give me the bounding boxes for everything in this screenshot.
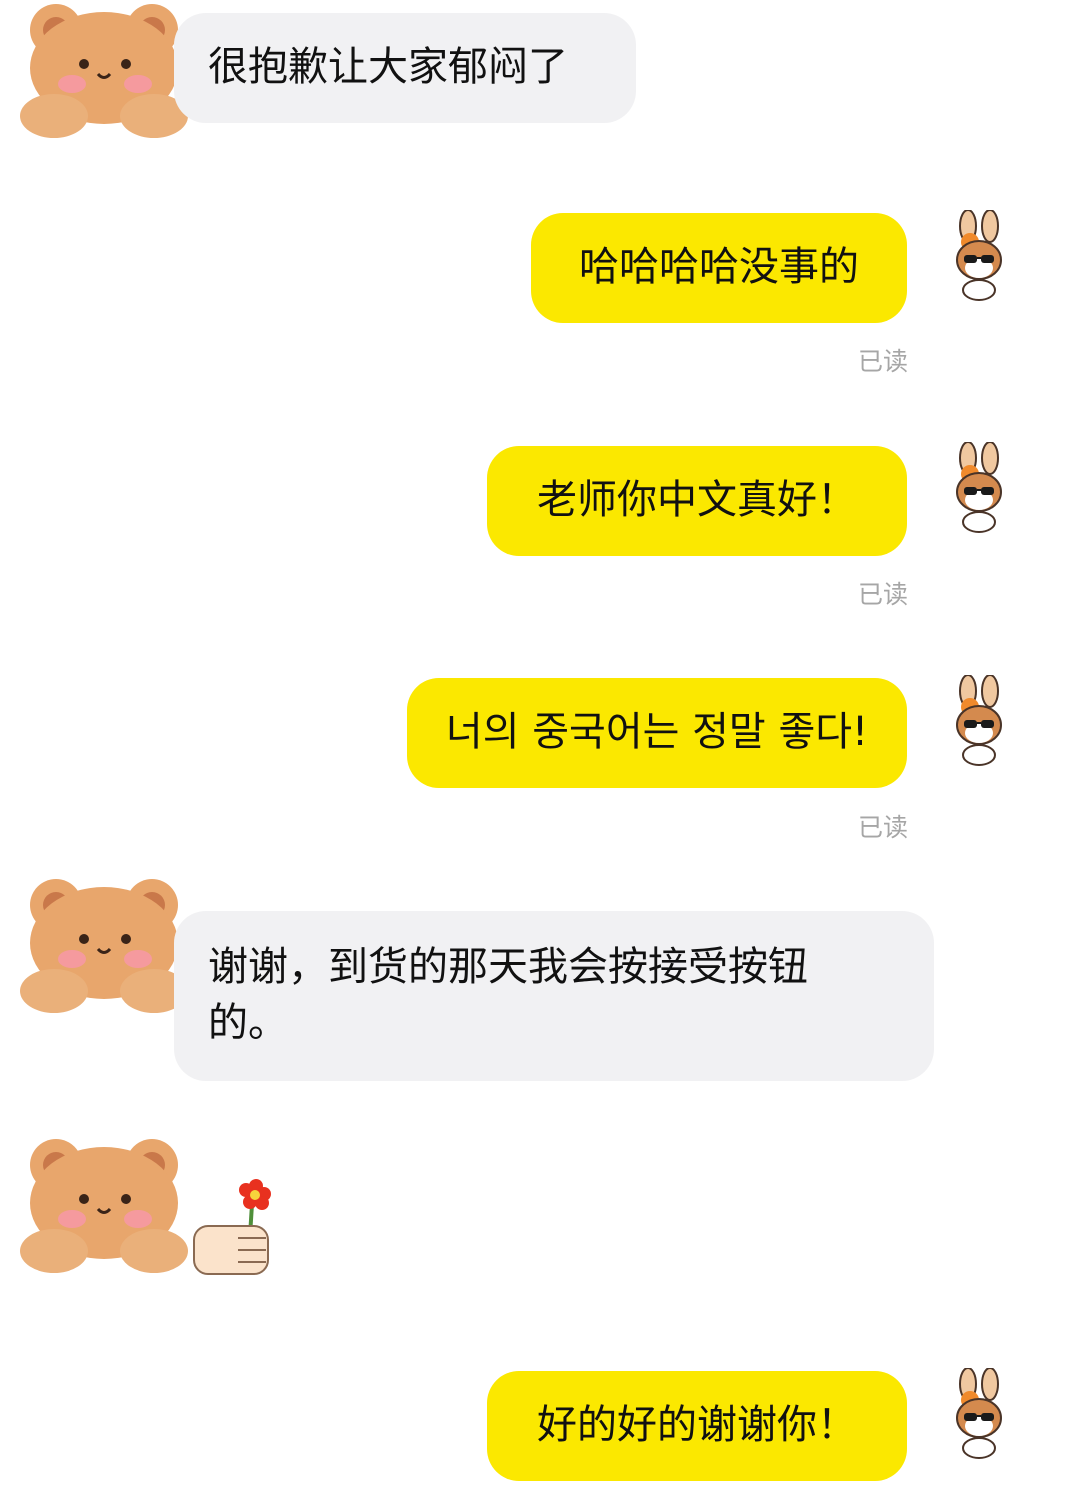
bunny-sunglasses-avatar-icon[interactable] xyxy=(948,675,1010,767)
bunny-sunglasses-avatar-icon[interactable] xyxy=(948,210,1010,302)
bear-avatar-icon[interactable] xyxy=(14,0,194,140)
message-bubble-incoming[interactable]: 很抱歉让大家郁闷了 xyxy=(174,13,636,123)
bear-avatar-icon[interactable] xyxy=(14,875,194,1015)
message-bubble-outgoing[interactable]: 哈哈哈哈没事的 xyxy=(531,213,907,323)
hand-holding-flower-icon[interactable] xyxy=(190,1176,276,1280)
message-bubble-outgoing[interactable]: 너의 중국어는 정말 좋다! xyxy=(407,678,907,788)
message-bubble-outgoing[interactable]: 好的好的谢谢你！ xyxy=(487,1371,907,1481)
bunny-sunglasses-avatar-icon[interactable] xyxy=(948,442,1010,534)
chat-thread[interactable]: 很抱歉让大家郁闷了 哈哈哈哈没事的 已读 老师你中文真好！ 已读 너의 중국어는… xyxy=(0,0,1080,1499)
read-status: 已读 xyxy=(857,347,908,376)
message-bubble-outgoing[interactable]: 老师你中文真好！ xyxy=(487,446,907,556)
bunny-sunglasses-avatar-icon[interactable] xyxy=(948,1368,1010,1460)
read-status: 已读 xyxy=(857,813,908,842)
read-status: 已读 xyxy=(857,580,908,609)
message-bubble-incoming[interactable]: 谢谢，到货的那天我会按接受按钮 的。 xyxy=(174,911,934,1081)
bear-avatar-icon[interactable] xyxy=(14,1135,194,1275)
